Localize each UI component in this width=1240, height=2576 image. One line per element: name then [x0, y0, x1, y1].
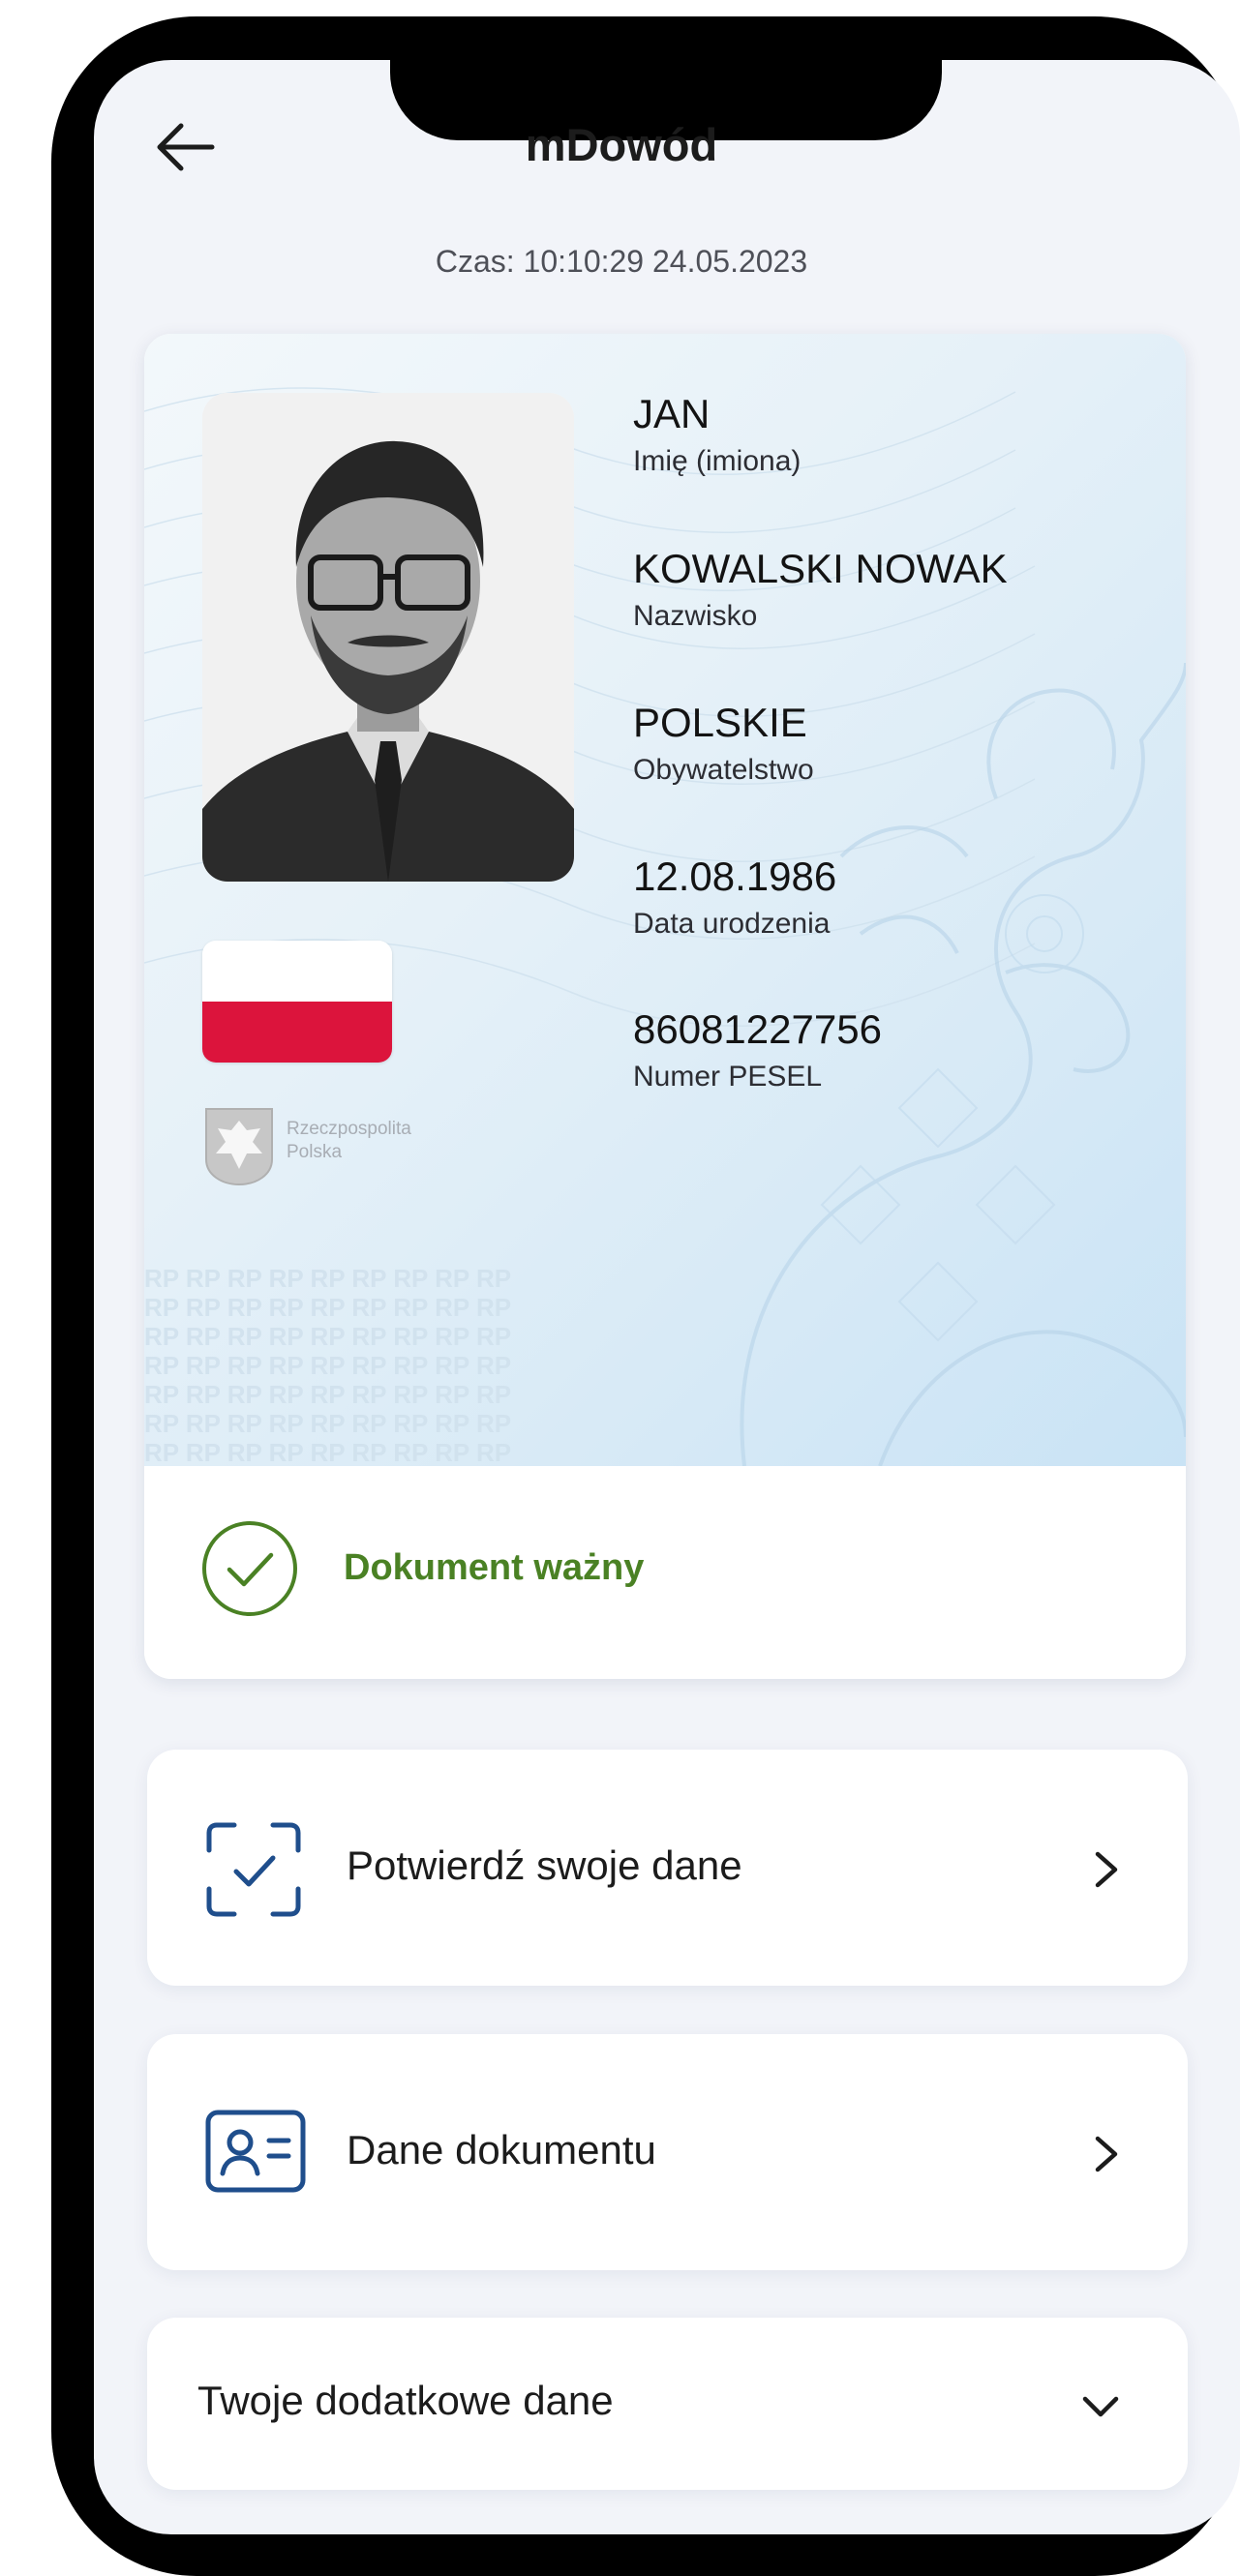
confirm-data-label: Potwierdź swoje dane	[347, 1842, 742, 1888]
check-circle-icon	[202, 1521, 297, 1616]
id-card-icon	[205, 2110, 306, 2193]
pesel-label: Numer PESEL	[633, 1061, 823, 1093]
status-text: Dokument ważny	[344, 1547, 645, 1588]
document-data-label: Dane dokumentu	[347, 2127, 656, 2172]
citizenship-value: POLSKIE	[633, 700, 807, 745]
timestamp: Czas: 10:10:29 24.05.2023	[435, 244, 808, 279]
document-data-button[interactable]: Dane dokumentu	[147, 2034, 1188, 2270]
watermark-text: RP RP RP RP RP RP RP RP RP	[144, 1438, 511, 1466]
emblem-caption: Rzeczpospolita Polska	[287, 1119, 411, 1162]
id-card: RP RP RP RP RP RP RP RP RP RP RP RP RP R…	[144, 334, 1186, 1679]
watermark-text: RP RP RP RP RP RP RP RP RP	[144, 1293, 511, 1322]
page-title: mDowód	[525, 119, 718, 170]
citizenship-label: Obywatelstwo	[633, 754, 814, 786]
confirm-data-button[interactable]: Potwierdź swoje dane	[147, 1750, 1188, 1986]
last-name-label: Nazwisko	[633, 600, 758, 632]
watermark-text: RP RP RP RP RP RP RP RP RP	[144, 1380, 511, 1409]
watermark-text: RP RP RP RP RP RP RP RP RP	[144, 1322, 511, 1351]
polish-flag	[202, 941, 392, 1063]
additional-data-dropdown[interactable]: Twoje dodatkowe dane	[147, 2318, 1188, 2490]
watermark-text: RP RP RP RP RP RP RP RP RP	[144, 1409, 511, 1438]
birth-date-value: 12.08.1986	[633, 854, 837, 899]
app-screen: mDowód Czas: 10:10:29 24.05.2023 RP RP R…	[94, 60, 1240, 2534]
watermark-text: RP RP RP RP RP RP RP RP RP	[144, 1351, 511, 1380]
birth-date-label: Data urodzenia	[633, 908, 831, 940]
additional-data-label: Twoje dodatkowe dane	[197, 2378, 614, 2423]
pesel-value: 86081227756	[633, 1006, 882, 1052]
holder-photo	[202, 393, 574, 882]
first-name-label: Imię (imiona)	[633, 445, 801, 477]
chevron-right-icon	[1095, 2136, 1118, 2172]
last-name-value: KOWALSKI NOWAK	[633, 546, 1008, 591]
validity-status: Dokument ważny	[144, 1466, 1186, 1679]
first-name-value: JAN	[633, 391, 711, 436]
chevron-down-icon	[1082, 2396, 1119, 2417]
chevron-right-icon	[1095, 1851, 1118, 1888]
scan-check-icon	[206, 1822, 301, 1917]
watermark-text: RP RP RP RP RP RP RP RP RP	[144, 1264, 511, 1293]
eagle-emblem-icon	[205, 1108, 273, 1186]
